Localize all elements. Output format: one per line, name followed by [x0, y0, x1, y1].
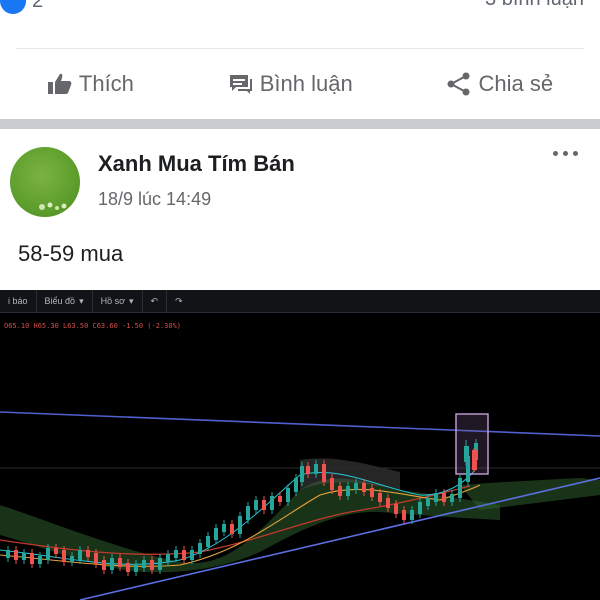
candle	[278, 496, 282, 502]
candle	[206, 536, 210, 547]
candle	[134, 564, 138, 572]
comment-button[interactable]: Bình luận	[228, 71, 353, 97]
candle	[54, 548, 58, 554]
candle	[294, 478, 298, 492]
share-label: Chia sẻ	[478, 71, 554, 96]
redo-icon[interactable]: ↷	[167, 290, 191, 312]
candle	[286, 488, 290, 502]
previous-post-footer: 2 3 bình luận	[0, 0, 600, 14]
candle	[238, 516, 242, 534]
author-name[interactable]: Xanh Mua Tím Bán	[98, 151, 295, 177]
toolbar-item-alerts[interactable]: i báo	[0, 290, 37, 312]
candle	[246, 506, 250, 520]
divider	[16, 48, 584, 49]
share-icon	[446, 72, 472, 96]
candlestick-chart	[0, 411, 600, 600]
resistance-trendline	[0, 411, 600, 437]
candle	[38, 556, 42, 564]
post-header: Xanh Mua Tím Bán 18/9 lúc 14:49	[0, 129, 600, 229]
candle	[182, 550, 186, 560]
ohlc-readout: O65.10 H65.30 L63.50 C63.60 -1.50 (-2.30…	[4, 322, 182, 330]
candle	[118, 558, 122, 567]
candle	[254, 500, 258, 510]
candle	[86, 550, 90, 557]
candle	[158, 558, 162, 570]
candle	[270, 496, 274, 510]
candle	[46, 548, 50, 560]
candle	[166, 554, 170, 562]
undo-icon[interactable]: ↶	[143, 290, 168, 312]
chart-image[interactable]: i báo Biểu đồ ▾ Hồ sơ ▾ ↶ ↷ O65.10 H65.30 …	[0, 290, 600, 600]
action-bar: Thích Bình luận Chia sẻ	[0, 58, 600, 110]
candle	[22, 553, 26, 560]
candle	[322, 464, 326, 482]
candle	[214, 528, 218, 540]
candle	[174, 550, 178, 558]
like-button[interactable]: Thích	[47, 71, 134, 97]
candle	[110, 558, 114, 570]
post-text: 58-59 mua	[18, 241, 124, 266]
chart-toolbar: i báo Biểu đồ ▾ Hồ sơ ▾ ↶ ↷	[0, 290, 600, 313]
post-separator	[0, 119, 600, 129]
ichimoku-cloud	[0, 478, 500, 573]
candle	[142, 560, 146, 568]
more-icon[interactable]	[553, 151, 578, 156]
candle	[402, 510, 406, 520]
candle	[338, 486, 342, 496]
comment-count[interactable]: 3 bình luận	[485, 0, 584, 11]
candle	[362, 483, 366, 492]
comment-label: Bình luận	[259, 71, 353, 96]
like-badge-icon	[0, 0, 26, 14]
candle	[6, 550, 10, 558]
like-label: Thích	[78, 71, 134, 96]
candle	[102, 560, 106, 570]
candle	[458, 478, 462, 498]
candle	[94, 553, 98, 564]
post-timestamp[interactable]: 18/9 lúc 14:49	[98, 189, 211, 210]
candle	[330, 478, 334, 490]
candle	[410, 510, 414, 520]
candle	[78, 550, 82, 560]
candle	[378, 493, 382, 502]
candle	[434, 493, 438, 502]
avatar[interactable]	[10, 147, 80, 217]
comment-icon	[228, 72, 254, 96]
candle	[62, 550, 66, 562]
candle	[314, 464, 318, 474]
candle	[370, 488, 374, 497]
candle	[394, 504, 398, 514]
candle	[300, 466, 304, 482]
candle	[14, 550, 18, 560]
candle	[30, 553, 34, 564]
candle	[450, 494, 454, 502]
reaction-summary[interactable]: 2	[0, 0, 43, 14]
share-button[interactable]: Chia sẻ	[446, 71, 553, 97]
toolbar-item-chart[interactable]: Biểu đồ ▾	[37, 290, 93, 312]
candle	[386, 498, 390, 508]
candle	[472, 450, 477, 470]
toolbar-item-profile[interactable]: Hồ sơ ▾	[93, 290, 143, 312]
candle	[150, 560, 154, 570]
candle	[426, 498, 430, 506]
candle	[230, 524, 234, 534]
candle	[418, 502, 422, 514]
candle	[262, 500, 266, 510]
candle	[354, 483, 358, 490]
candle	[198, 543, 202, 554]
like-count: 2	[32, 0, 44, 12]
candle	[442, 493, 446, 502]
candle	[222, 524, 226, 532]
candle	[190, 550, 194, 560]
like-icon	[47, 72, 73, 96]
candle	[464, 446, 469, 462]
candle	[70, 556, 74, 562]
candle	[126, 563, 130, 572]
candle	[346, 486, 350, 496]
candle	[306, 466, 310, 474]
